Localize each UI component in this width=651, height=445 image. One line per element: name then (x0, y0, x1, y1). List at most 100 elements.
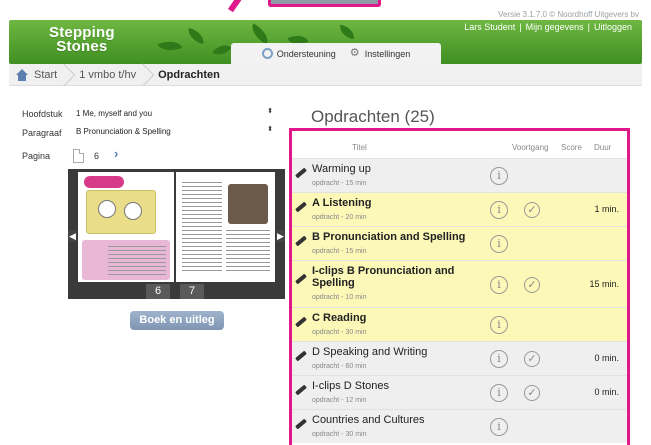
row-title: C Reading (312, 312, 367, 324)
hoofdstuk-value: 1 Me, myself and you (76, 108, 153, 118)
row-subtitle: opdracht - 15 min (312, 248, 367, 255)
table-row[interactable]: I-clips B Pronunciation and Spelling opdr… (292, 260, 627, 307)
book-preview[interactable]: ◀ ▶ 6 7 (68, 169, 285, 299)
breadcrumb-start[interactable]: Start (9, 64, 67, 86)
leaf-decoration (247, 23, 273, 45)
row-title: Countries and Cultures (312, 414, 425, 426)
page-heading-tile (84, 176, 124, 188)
photo-image (228, 184, 268, 224)
sub-tabs: Ondersteuning ⚙ Instellingen (231, 43, 441, 64)
table-row[interactable]: B Pronunciation and Spelling opdracht - 1… (292, 226, 627, 260)
book-page-left (78, 172, 174, 282)
breadcrumb-current: Opdrachten (146, 64, 230, 86)
breadcrumb-level-label: 1 vmbo t/hv (79, 68, 137, 81)
pencil-icon (295, 350, 307, 362)
table-body: Warming up opdracht - 15 min i A Listening o… (292, 158, 627, 443)
table-row[interactable]: A Listening opdracht - 20 min i ✓ 1 min. (292, 192, 627, 226)
text-lines (108, 246, 166, 276)
stepping-stones-logo[interactable]: Stepping Stones (49, 25, 115, 55)
annotation-box-top (268, 0, 381, 7)
pencil-icon (295, 316, 307, 328)
row-duur: 15 min. (589, 279, 619, 289)
next-page-chevron-icon[interactable]: › (114, 146, 118, 161)
prev-page-arrow-icon[interactable]: ◀ (68, 230, 77, 242)
table-row[interactable]: Countries and Cultures opdracht - 30 min i (292, 409, 627, 443)
comic-face (98, 200, 116, 218)
info-icon[interactable]: i (490, 276, 508, 294)
tab-ondersteuning-label: Ondersteuning (276, 48, 336, 59)
page-icon (73, 148, 84, 163)
info-icon[interactable]: i (490, 350, 508, 368)
breadcrumb-start-label: Start (34, 68, 58, 81)
col-duur: Duur (594, 143, 612, 152)
opdrachten-title: Opdrachten (25) (311, 107, 435, 126)
text-lines (182, 182, 222, 272)
breadcrumb: Start 1 vmbo t/hv Opdrachten (9, 64, 642, 86)
my-details-link[interactable]: Mijn gegevens (526, 22, 584, 32)
select-arrows-icon: ⬍ (267, 126, 273, 133)
row-subtitle: opdracht - 30 min (312, 431, 367, 438)
info-icon[interactable]: i (490, 418, 508, 436)
table-row[interactable]: D Speaking and Writing opdracht - 60 min i… (292, 341, 627, 375)
text-lines (226, 230, 270, 272)
paragraaf-select[interactable]: B Pronunciation & Spelling ⬍ (75, 124, 277, 138)
row-title: A Listening (312, 197, 372, 209)
progress-check-icon: ✓ (524, 385, 540, 401)
app-page: Versie 3.1.7.0 © Noordhoff Uitgevers bv … (0, 0, 651, 445)
user-name-link[interactable]: Lars Student (464, 22, 515, 32)
tab-instellingen[interactable]: ⚙ Instellingen (350, 48, 411, 59)
row-duur: 0 min. (594, 353, 619, 363)
breadcrumb-level[interactable]: 1 vmbo t/hv (67, 64, 146, 86)
info-icon[interactable]: i (490, 201, 508, 219)
row-duur: 1 min. (594, 204, 619, 214)
page-number-left: 6 (146, 284, 170, 299)
info-icon[interactable]: i (490, 167, 508, 185)
info-icon[interactable]: i (490, 235, 508, 253)
info-icon[interactable]: i (490, 384, 508, 402)
table-row[interactable]: C Reading opdracht - 30 min i (292, 307, 627, 341)
col-score: Score (561, 143, 582, 152)
row-subtitle: opdracht - 60 min (312, 363, 367, 370)
progress-check-icon: ✓ (524, 202, 540, 218)
table-header: Titel Voortgang Score Duur (292, 131, 627, 158)
version-text: Versie 3.1.7.0 © Noordhoff Uitgevers bv (498, 10, 639, 19)
table-row[interactable]: Warming up opdracht - 15 min i (292, 158, 627, 192)
row-title: Warming up (312, 163, 371, 175)
page-number-right: 7 (180, 284, 204, 299)
row-subtitle: opdracht - 12 min (312, 397, 367, 404)
boek-en-uitleg-button[interactable]: Boek en uitleg (130, 311, 224, 330)
separator: | (519, 22, 522, 32)
paragraaf-value: B Pronunciation & Spelling (76, 126, 171, 136)
leaf-decoration (185, 27, 207, 45)
progress-check-icon: ✓ (524, 277, 540, 293)
pencil-icon (295, 167, 307, 179)
info-icon[interactable]: i (490, 316, 508, 334)
hoofdstuk-select[interactable]: 1 Me, myself and you ⬍ (75, 106, 277, 120)
pencil-icon (295, 235, 307, 247)
comic-image (86, 190, 156, 234)
table-row[interactable]: I-clips D Stones opdracht - 12 min i ✓ 0 min… (292, 375, 627, 409)
row-title: D Speaking and Writing (312, 346, 428, 358)
progress-check-icon: ✓ (524, 351, 540, 367)
comic-face (124, 202, 142, 220)
opdrachten-table: Titel Voortgang Score Duur Warming up opd… (289, 128, 630, 445)
paragraaf-label: Paragraaf (22, 128, 62, 138)
top-strip (0, 0, 651, 13)
user-links: Lars Student | Mijn gegevens | Uitloggen (464, 22, 632, 32)
app-header: Stepping Stones Lars Student | Mijn gege… (9, 20, 642, 64)
leaf-decoration (338, 24, 356, 40)
pagina-label: Pagina (22, 151, 51, 161)
row-subtitle: opdracht - 20 min (312, 214, 367, 221)
logout-link[interactable]: Uitloggen (594, 22, 632, 32)
row-subtitle: opdracht - 10 min (312, 294, 367, 301)
pencil-icon (295, 418, 307, 430)
logo-line-2: Stones (56, 38, 108, 55)
tab-instellingen-label: Instellingen (364, 48, 411, 59)
col-titel: Titel (352, 143, 367, 152)
tab-ondersteuning[interactable]: Ondersteuning (261, 48, 336, 59)
pagina-input[interactable]: 6 (73, 147, 107, 164)
separator: | (587, 22, 590, 32)
pencil-icon (295, 384, 307, 396)
leaf-decoration (212, 40, 232, 60)
next-page-arrow-icon[interactable]: ▶ (276, 230, 285, 242)
